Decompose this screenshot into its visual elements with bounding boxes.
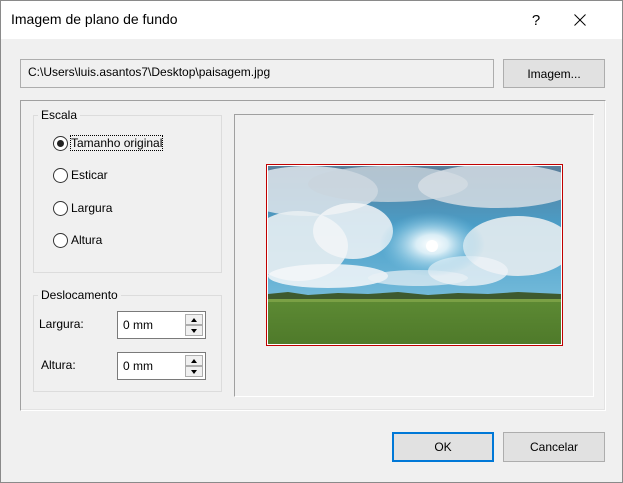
offset-width-spin-buttons xyxy=(185,314,203,336)
offset-height-label: Altura: xyxy=(41,358,76,372)
radio-height[interactable]: Altura xyxy=(53,231,102,249)
spin-down-button[interactable] xyxy=(185,325,203,336)
spin-down-button[interactable] xyxy=(185,366,203,377)
spin-up-button[interactable] xyxy=(185,355,203,366)
title-bar: Imagem de plano de fundo ? xyxy=(1,1,622,39)
cancel-label: Cancelar xyxy=(529,440,579,454)
radio-original-size-label: Tamanho original xyxy=(69,135,164,151)
offset-height-spin-buttons xyxy=(185,355,203,377)
browse-image-label: Imagem... xyxy=(527,66,581,81)
file-path-field[interactable]: C:\Users\luis.asantos7\Desktop\paisagem.… xyxy=(20,59,494,88)
radio-unchecked-icon xyxy=(53,232,68,248)
offset-group-label: Deslocamento xyxy=(38,288,121,302)
cancel-button[interactable]: Cancelar xyxy=(503,432,605,462)
offset-height-value[interactable]: 0 mm xyxy=(123,359,153,373)
radio-original-size[interactable]: Tamanho original xyxy=(53,134,164,152)
offset-width-spinbox[interactable]: 0 mm xyxy=(117,311,206,339)
close-icon xyxy=(574,14,586,26)
radio-stretch[interactable]: Esticar xyxy=(53,166,108,184)
arrow-up-icon xyxy=(191,317,197,322)
radio-width[interactable]: Largura xyxy=(53,199,112,217)
radio-unchecked-icon xyxy=(53,200,68,216)
preview-frame xyxy=(266,164,563,346)
offset-width-value[interactable]: 0 mm xyxy=(123,318,153,332)
radio-unchecked-icon xyxy=(53,167,68,183)
ok-button[interactable]: OK xyxy=(392,432,494,462)
ok-label: OK xyxy=(434,440,452,454)
offset-height-spinbox[interactable]: 0 mm xyxy=(117,352,206,380)
landscape-preview-image xyxy=(268,166,561,344)
radio-stretch-label: Esticar xyxy=(71,168,108,182)
arrow-down-icon xyxy=(191,328,197,333)
offset-width-label: Largura: xyxy=(39,317,84,331)
dialog-title: Imagem de plano de fundo xyxy=(11,11,178,27)
close-button[interactable] xyxy=(557,1,603,39)
radio-width-label: Largura xyxy=(71,201,113,215)
arrow-up-icon xyxy=(191,358,197,363)
spin-up-button[interactable] xyxy=(185,314,203,325)
help-button[interactable]: ? xyxy=(513,1,559,39)
scale-group-label: Escala xyxy=(38,108,81,122)
dialog-window: Imagem de plano de fundo ? C:\Users\luis… xyxy=(0,0,623,483)
radio-checked-icon xyxy=(53,135,68,151)
radio-height-label: Altura xyxy=(71,233,103,247)
browse-image-button[interactable]: Imagem... xyxy=(503,59,605,88)
arrow-down-icon xyxy=(191,369,197,374)
